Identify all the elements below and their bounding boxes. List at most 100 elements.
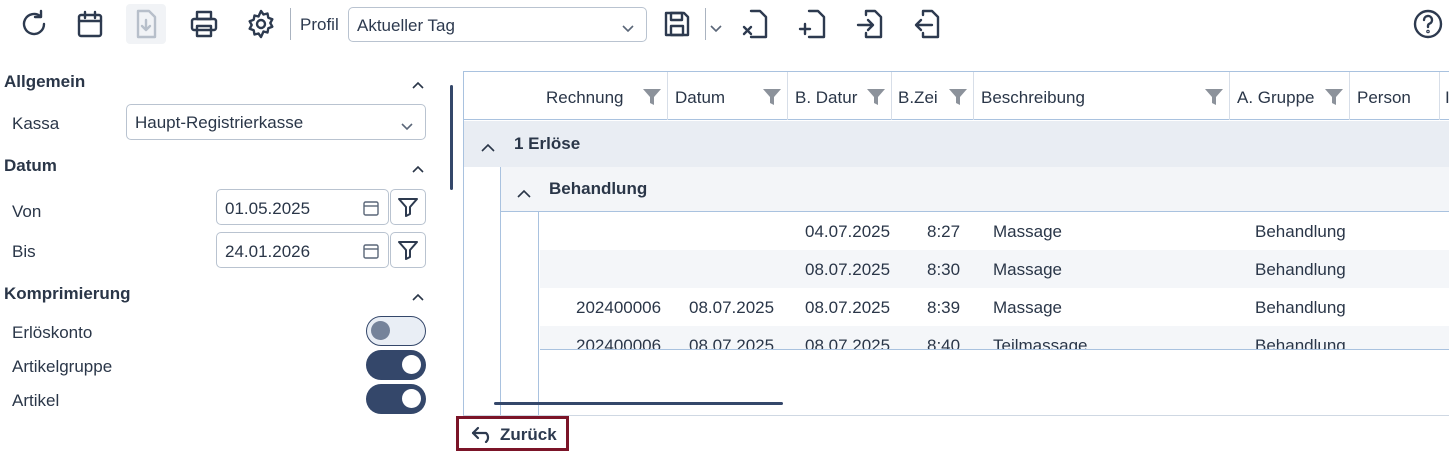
profil-select[interactable]: Aktueller Tag <box>348 7 647 42</box>
save-button[interactable] <box>657 4 697 44</box>
column-header-label: Datum <box>675 88 726 107</box>
calendar-icon[interactable] <box>362 199 380 217</box>
table-row[interactable]: 202400006 08.07.2025 08.07.2025 8:40 Tei… <box>540 326 1449 349</box>
help-button[interactable] <box>1408 4 1448 44</box>
toggle-knob <box>402 355 421 374</box>
column-header-datum[interactable]: Datum <box>668 72 788 120</box>
filter-icon[interactable] <box>642 87 662 107</box>
cell-a-gruppe: Behandlung <box>1255 222 1346 241</box>
data-grid: Rechnung Datum B. Datur B.Zei Beschreibu… <box>463 71 1449 416</box>
profil-select-value: Aktueller Tag <box>357 16 455 35</box>
collapse-group-icon[interactable] <box>517 185 531 198</box>
collapse-allgemein-icon[interactable] <box>412 76 426 89</box>
erloeskonto-toggle[interactable] <box>366 316 426 346</box>
collapse-datum-icon[interactable] <box>412 160 426 173</box>
von-date-value: 01.05.2025 <box>225 199 311 218</box>
kassa-label: Kassa <box>12 114 60 133</box>
save-options-chevron-icon[interactable] <box>710 20 722 33</box>
file-download-icon <box>136 9 157 39</box>
column-header-more[interactable]: I <box>1440 72 1449 120</box>
calendar-icon[interactable] <box>362 242 380 260</box>
grid-rows: 04.07.2025 8:27 Massage Behandlung 08.07… <box>464 212 1449 349</box>
toggle-knob <box>371 321 390 340</box>
funnel-icon <box>398 198 418 217</box>
file-plus-icon <box>798 9 826 39</box>
column-header-label: B. Datur <box>795 88 858 107</box>
filter-icon[interactable] <box>1204 87 1224 107</box>
grid-header: Rechnung Datum B. Datur B.Zei Beschreibu… <box>464 72 1449 120</box>
cell-b-datum: 08.07.2025 <box>805 298 891 317</box>
kassa-select[interactable]: Haupt-Registrierkasse <box>126 104 426 140</box>
column-header-rechnung[interactable]: Rechnung <box>539 72 668 120</box>
back-button[interactable]: Zurück <box>456 416 569 451</box>
filter-icon[interactable] <box>762 87 782 107</box>
grid-horizontal-scrollbar[interactable] <box>494 402 783 405</box>
column-header-label: Beschreibung <box>981 88 1085 107</box>
group-row-behandlung[interactable]: Behandlung <box>501 167 1449 212</box>
cell-a-gruppe: Behandlung <box>1255 260 1346 279</box>
cell-datum: 08.07.2025 <box>689 298 775 317</box>
cell-b-datum: 08.07.2025 <box>805 260 891 279</box>
calendar-button[interactable] <box>70 4 110 44</box>
von-filter-button[interactable] <box>390 189 426 225</box>
artikelgruppe-toggle[interactable] <box>366 350 426 380</box>
filter-icon[interactable] <box>1324 87 1344 107</box>
cell-b-zeit: 8:30 <box>927 260 961 279</box>
group-row-label: Behandlung <box>549 179 648 198</box>
export-button[interactable] <box>126 4 166 44</box>
cell-b-zeit: 8:27 <box>927 222 961 241</box>
column-header-b-datum[interactable]: B. Datur <box>788 72 892 120</box>
cell-rechnung: 202400006 <box>576 336 662 349</box>
settings-button[interactable] <box>241 4 281 44</box>
help-icon <box>1413 9 1443 39</box>
column-header-a-gruppe[interactable]: A. Gruppe <box>1230 72 1350 120</box>
refresh-button[interactable] <box>14 4 54 44</box>
bis-label: Bis <box>12 242 36 261</box>
collapse-group-icon[interactable] <box>481 139 495 152</box>
table-row[interactable]: 04.07.2025 8:27 Massage Behandlung <box>540 212 1449 250</box>
bis-date-value: 24.01.2026 <box>225 242 311 261</box>
toolbar-divider <box>290 8 291 40</box>
delete-file-button[interactable] <box>736 4 776 44</box>
rows-divider <box>540 349 1449 350</box>
group-row-label: 1 Erlöse <box>514 134 581 153</box>
add-file-button[interactable] <box>794 4 834 44</box>
cell-beschreibung: Massage <box>993 260 1062 279</box>
return-arrow-icon <box>471 425 495 444</box>
file-export-icon <box>914 9 940 39</box>
artikelgruppe-label: Artikelgruppe <box>12 357 113 376</box>
cell-b-zeit: 8:40 <box>927 336 961 349</box>
cell-a-gruppe: Behandlung <box>1255 298 1346 317</box>
group-row-erloese[interactable]: 1 Erlöse <box>464 121 1449 167</box>
von-date-input[interactable]: 01.05.2025 <box>216 189 389 225</box>
filter-icon[interactable] <box>866 87 886 107</box>
cell-b-datum: 08.07.2025 <box>805 336 891 349</box>
filter-icon[interactable] <box>948 87 968 107</box>
import-file-button[interactable] <box>851 4 891 44</box>
cell-datum: 08.07.2025 <box>689 336 775 349</box>
funnel-icon <box>398 241 418 260</box>
collapse-komprimierung-icon[interactable] <box>412 288 426 301</box>
table-row[interactable]: 08.07.2025 8:30 Massage Behandlung <box>540 250 1449 288</box>
chevron-down-icon <box>622 20 634 33</box>
chevron-down-icon <box>401 118 413 131</box>
artikel-toggle[interactable] <box>366 384 426 414</box>
file-import-icon <box>856 9 883 39</box>
table-row[interactable]: 202400006 08.07.2025 08.07.2025 8:39 Mas… <box>540 288 1449 326</box>
artikel-label: Artikel <box>12 391 60 410</box>
panel-scrollbar[interactable] <box>450 85 453 190</box>
bis-date-input[interactable]: 24.01.2026 <box>216 232 389 268</box>
toggle-knob <box>402 389 421 408</box>
column-header-beschreibung[interactable]: Beschreibung <box>974 72 1230 120</box>
cell-beschreibung: Massage <box>993 298 1062 317</box>
print-button[interactable] <box>184 4 224 44</box>
column-header-label: Rechnung <box>546 88 624 107</box>
column-header-person[interactable]: Person <box>1350 72 1440 120</box>
bis-filter-button[interactable] <box>390 232 426 268</box>
column-header-label: A. Gruppe <box>1237 88 1315 107</box>
column-header-b-zeit[interactable]: B.Zei <box>892 72 974 120</box>
von-label: Von <box>12 202 42 221</box>
section-allgemein-title: Allgemein <box>4 72 86 91</box>
export-file-button[interactable] <box>908 4 948 44</box>
kassa-select-value: Haupt-Registrierkasse <box>135 113 304 132</box>
